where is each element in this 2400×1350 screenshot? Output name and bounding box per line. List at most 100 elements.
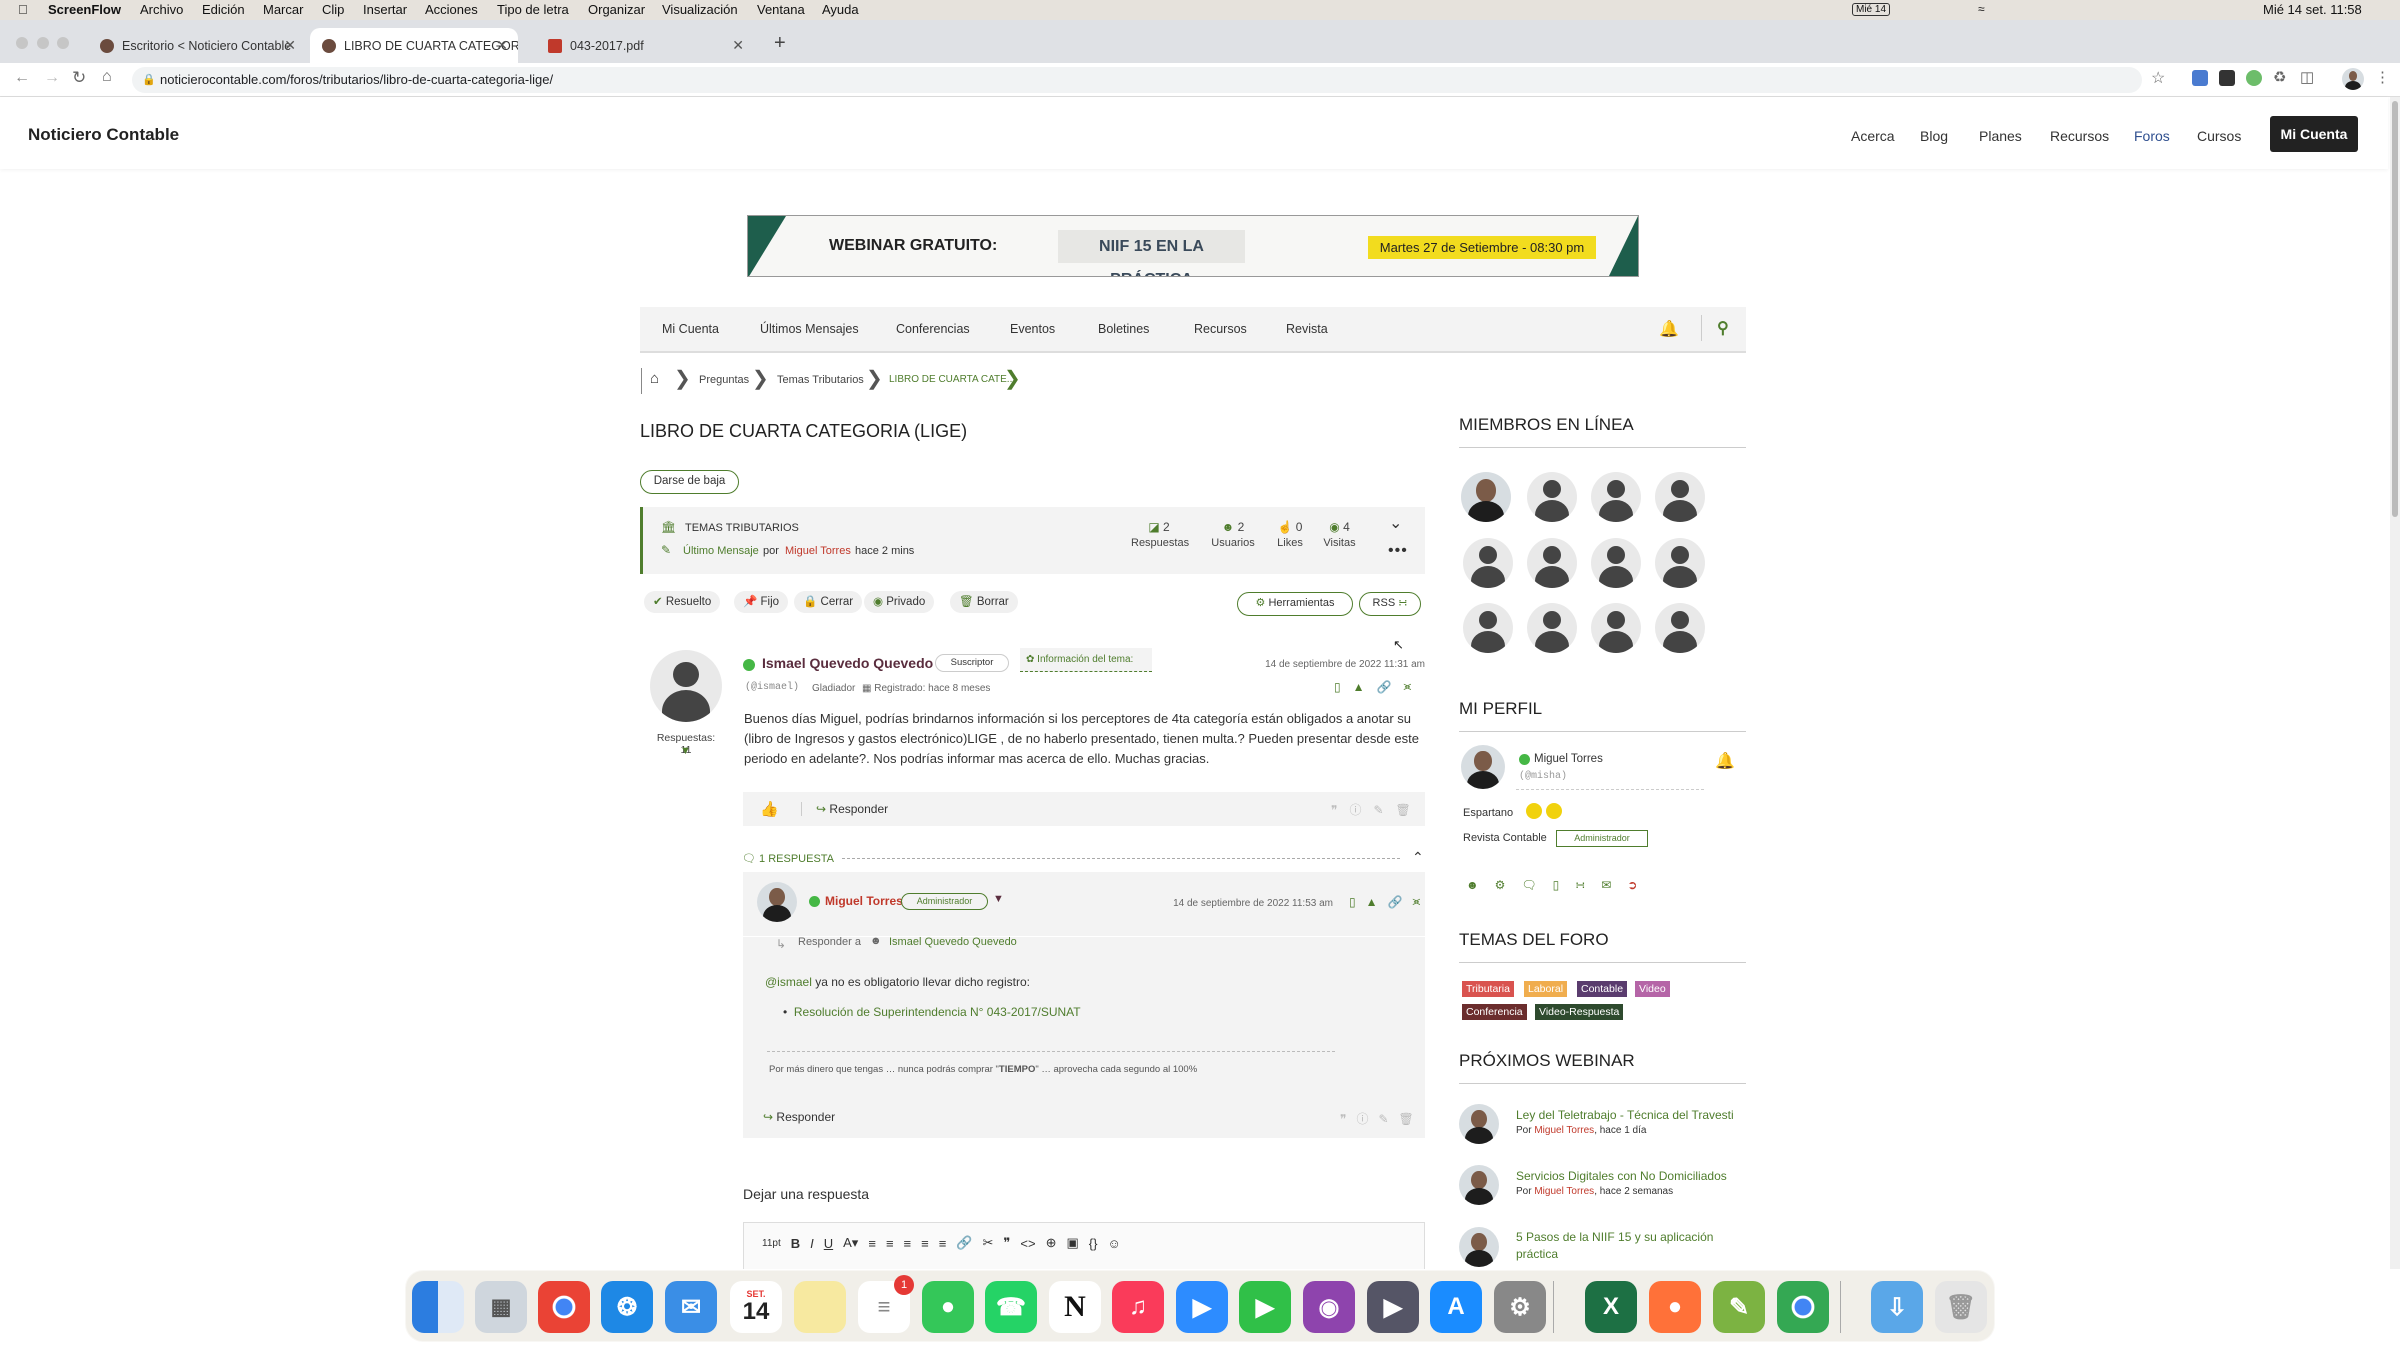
trash-icon[interactable]: 🗑 (1396, 803, 1411, 817)
pen-app-icon[interactable]: ✎ (1713, 1281, 1765, 1333)
member-avatar[interactable] (1655, 603, 1705, 653)
close-icon[interactable]: ✕ (732, 37, 744, 54)
member-avatar[interactable] (1591, 472, 1641, 522)
new-tab-button[interactable]: + (774, 32, 786, 55)
podcasts-icon[interactable]: ◉ (1303, 1281, 1355, 1333)
close-icon[interactable]: ✕ (496, 37, 508, 54)
bookmark-icon[interactable]: ▯ (1349, 895, 1356, 909)
private-button[interactable]: ◉ Privado (864, 591, 935, 613)
music-icon[interactable]: ♫ (1112, 1281, 1164, 1333)
avatar[interactable] (1459, 1165, 1499, 1205)
search-icon[interactable]: ⚲ (1717, 318, 1729, 338)
caret-down-icon[interactable]: ▼ (993, 893, 1004, 905)
info-icon[interactable]: ⓘ (1356, 1110, 1368, 1127)
window-minimize-icon[interactable] (37, 37, 49, 49)
menu-tipo-de-letra[interactable]: Tipo de letra (497, 2, 569, 17)
italic-icon[interactable]: I (810, 1236, 814, 1251)
whatsapp-icon[interactable]: ☎ (985, 1281, 1037, 1333)
notes-icon[interactable] (794, 1281, 846, 1333)
tools-button[interactable]: ⚙ Herramientas (1237, 592, 1353, 616)
forum-nav-boletines[interactable]: Boletines (1098, 322, 1149, 336)
nav-cursos[interactable]: Cursos (2197, 128, 2241, 144)
image-icon[interactable]: ▣ (1067, 1235, 1079, 1251)
comments-icon[interactable]: 🗨 (1521, 878, 1536, 892)
menu-clip[interactable]: Clip (322, 2, 344, 17)
calendar-icon[interactable]: SET. 14 (730, 1281, 782, 1333)
account-button[interactable]: Mi Cuenta (2270, 116, 2358, 152)
member-avatar[interactable] (1591, 603, 1641, 653)
align-left-icon[interactable]: ≡ (904, 1236, 912, 1251)
post-author[interactable]: Ismael Quevedo Quevedo (762, 655, 933, 671)
warning-icon[interactable]: ▲ (1366, 895, 1378, 909)
home-icon[interactable]: ⌂ (102, 68, 112, 86)
tag-video-respuesta[interactable]: Video-Respuesta (1535, 1004, 1624, 1020)
reply-button[interactable]: ↪ Responder (801, 802, 888, 816)
chrome-icon[interactable] (1777, 1281, 1829, 1333)
edit-icon[interactable]: ✎ (1378, 1112, 1388, 1126)
finder-icon[interactable] (412, 1281, 464, 1333)
home-icon[interactable]: ⌂ (650, 370, 659, 387)
resolved-button[interactable]: ✔ Resuelto (644, 591, 721, 613)
forum-nav-eventos[interactable]: Eventos (1010, 322, 1055, 336)
menu-ayuda[interactable]: Ayuda (822, 2, 859, 17)
avatar[interactable] (1459, 1104, 1499, 1144)
nav-planes[interactable]: Planes (1979, 128, 2022, 144)
avatar[interactable] (1461, 745, 1505, 789)
menu-edicion[interactable]: Edición (202, 2, 245, 17)
align-right-icon[interactable]: ≡ (939, 1236, 947, 1251)
member-avatar[interactable] (1461, 472, 1511, 522)
topic-info-link[interactable]: ✿ Información del tema: (1020, 648, 1152, 672)
share-icon[interactable]: ⪤ (1412, 894, 1420, 909)
emoji-icon[interactable]: ☺ (1107, 1236, 1120, 1251)
system-preferences-icon[interactable]: ⚙ (1494, 1281, 1546, 1333)
url-bar[interactable]: 🔒 noticierocontable.com/foros/tributario… (132, 67, 2142, 93)
member-avatar[interactable] (1527, 538, 1577, 588)
user-icon[interactable]: ☻ (1466, 878, 1479, 892)
puzzle-icon[interactable]: ♻ (2273, 68, 2286, 86)
app-store-icon[interactable]: A (1430, 1281, 1482, 1333)
link-icon[interactable]: 🔗 (1388, 895, 1403, 909)
code-block-icon[interactable]: {} (1089, 1236, 1098, 1251)
quote-icon[interactable]: ❞ (1331, 803, 1337, 817)
reply-button[interactable]: ↪ Responder (763, 1110, 835, 1124)
bell-icon[interactable]: 🔔 (1659, 319, 1679, 339)
mail-icon[interactable]: ✉ (665, 1281, 717, 1333)
webinar-user[interactable]: Miguel Torres (1534, 1125, 1594, 1136)
chevron-down-icon[interactable]: ⌄ (1389, 513, 1402, 533)
site-logo[interactable]: Noticiero Contable (28, 125, 179, 145)
webinar-link[interactable]: 5 Pasos de la NIIF 15 y su aplicación pr… (1516, 1229, 1746, 1263)
extension-icon[interactable] (2246, 70, 2262, 86)
sidepanel-icon[interactable]: ◫ (2300, 68, 2314, 86)
menu-archivo[interactable]: Archivo (140, 2, 183, 17)
member-avatar[interactable] (1463, 538, 1513, 588)
menu-marcar[interactable]: Marcar (263, 2, 303, 17)
font-size-select[interactable]: 11pt (762, 1238, 781, 1249)
extension-icon[interactable] (2192, 70, 2208, 86)
menu-visualizacion[interactable]: Visualización (662, 2, 738, 17)
avatar[interactable] (757, 882, 797, 922)
menu-organizar[interactable]: Organizar (588, 2, 645, 17)
kebab-menu-icon[interactable]: ⋮ (2375, 68, 2390, 86)
downloads-folder-icon[interactable]: ⇩ (1871, 1281, 1923, 1333)
menu-ventana[interactable]: Ventana (757, 2, 805, 17)
last-message-label[interactable]: Último Mensaje (683, 545, 759, 557)
collapse-icon[interactable]: ⌃ (1412, 849, 1424, 866)
window-zoom-icon[interactable] (57, 37, 69, 49)
member-avatar[interactable] (1655, 538, 1705, 588)
text-color-icon[interactable]: A▾ (843, 1235, 858, 1251)
menu-acciones[interactable]: Acciones (425, 2, 478, 17)
align-center-icon[interactable]: ≡ (921, 1236, 929, 1251)
bookmark-star-icon[interactable]: ☆ (2151, 68, 2165, 88)
rss-icon[interactable]: ∺ (1575, 878, 1585, 892)
blockquote-icon[interactable]: ❞ (1003, 1235, 1010, 1251)
bookmark-icon[interactable]: ▯ (1553, 878, 1560, 892)
forum-nav-recursos[interactable]: Recursos (1194, 322, 1247, 336)
tag-laboral[interactable]: Laboral (1524, 981, 1568, 997)
trash-icon[interactable]: 🗑 (1935, 1281, 1987, 1333)
nav-acerca[interactable]: Acerca (1851, 128, 1895, 144)
underline-icon[interactable]: U (824, 1236, 833, 1251)
bookmark-icon[interactable]: ▯ (1334, 680, 1341, 694)
nav-blog[interactable]: Blog (1920, 128, 1948, 144)
firefox-icon[interactable]: ● (1649, 1281, 1701, 1333)
link-icon[interactable]: 🔗 (956, 1235, 972, 1251)
